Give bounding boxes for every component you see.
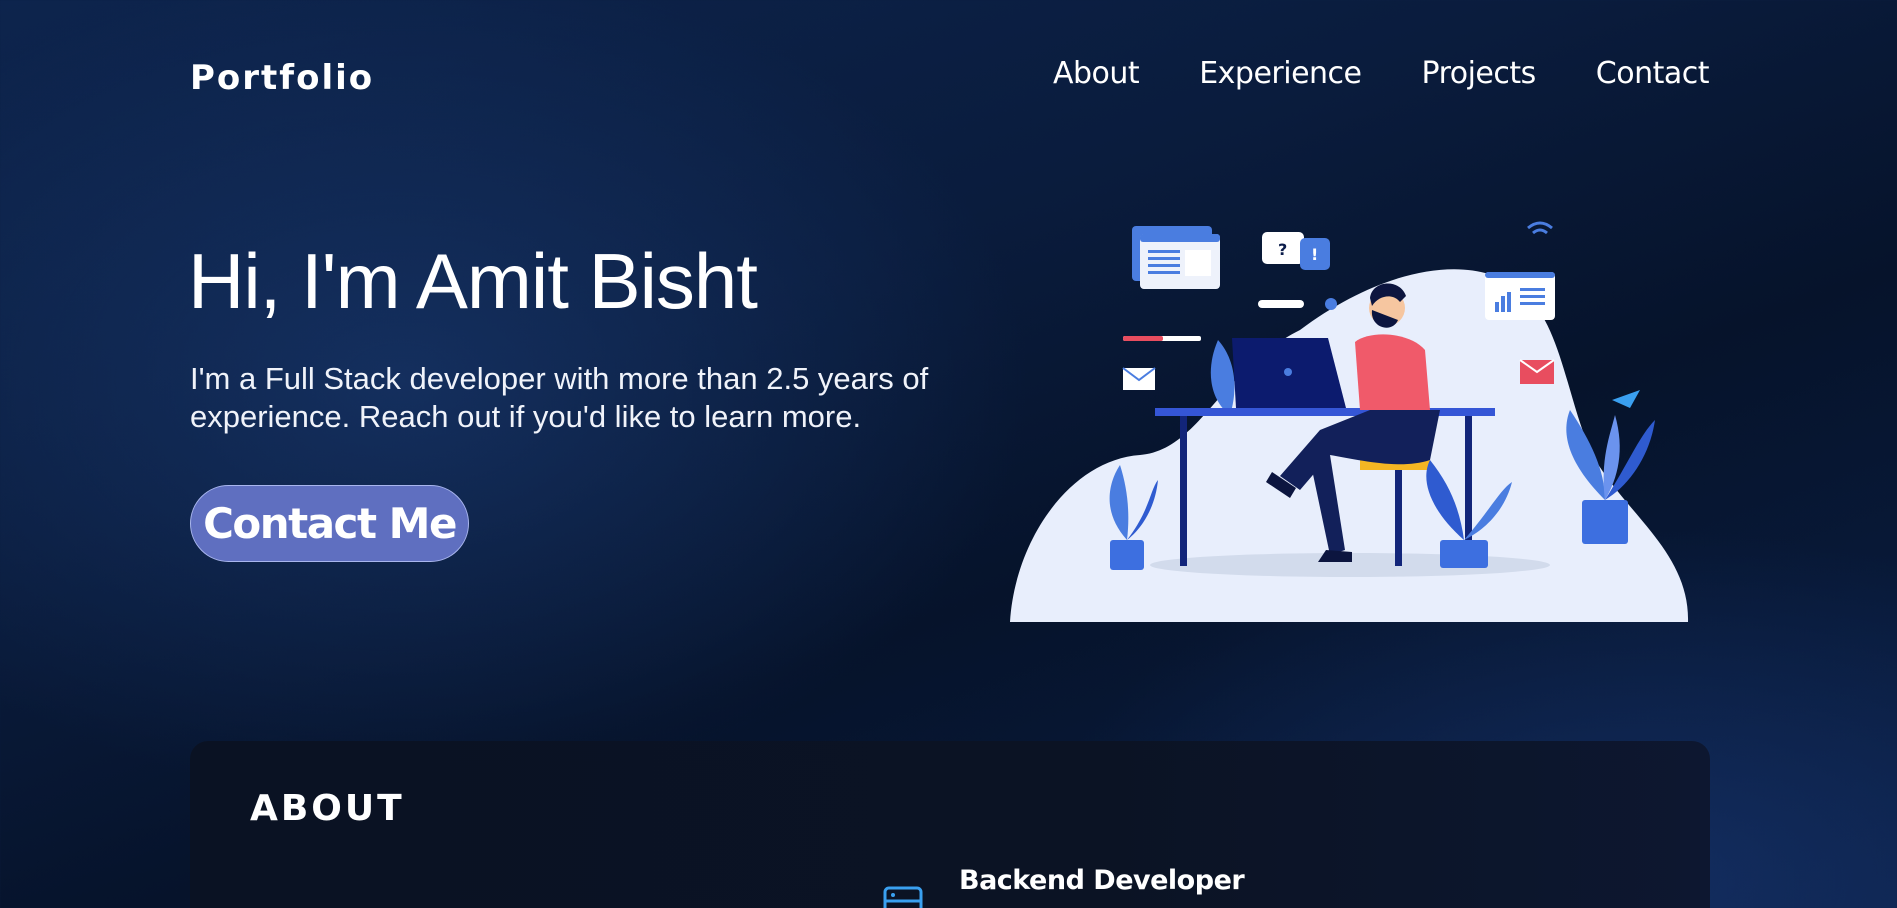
nav-link-contact[interactable]: Contact — [1596, 56, 1710, 91]
top-nav: Portfolio About Experience Projects Cont… — [0, 0, 1897, 160]
about-section: ABOUT Backend Developer — [190, 741, 1710, 908]
nav-link-experience[interactable]: Experience — [1199, 56, 1362, 91]
server-icon — [883, 886, 923, 908]
svg-text:!: ! — [1311, 245, 1318, 264]
svg-text:?: ? — [1278, 240, 1287, 259]
developer-at-desk-illustration: ? ! — [1010, 221, 1689, 622]
nav-link-about[interactable]: About — [1053, 56, 1140, 91]
contact-me-button[interactable]: Contact Me — [190, 485, 469, 562]
about-title: ABOUT — [250, 788, 405, 829]
hero-description: I'm a Full Stack developer with more tha… — [190, 361, 929, 434]
nav-links: About Experience Projects Contact — [1053, 56, 1710, 91]
hero-title: Hi, I'm Amit Bisht — [188, 237, 758, 325]
nav-link-projects[interactable]: Projects — [1422, 56, 1537, 91]
logo[interactable]: Portfolio — [190, 58, 374, 98]
role-title-backend: Backend Developer — [959, 865, 1245, 896]
